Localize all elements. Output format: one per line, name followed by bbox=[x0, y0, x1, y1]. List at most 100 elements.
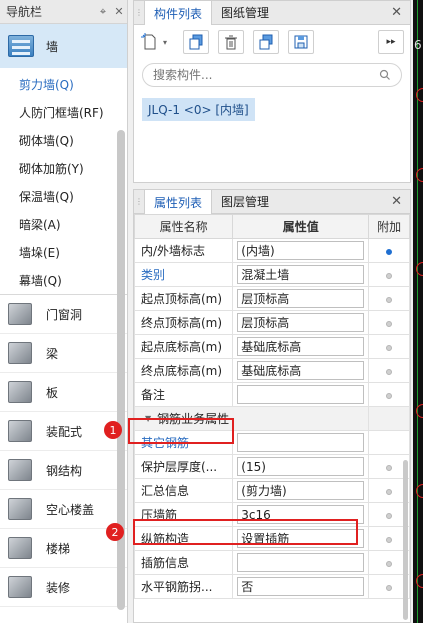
table-row[interactable]: 水平钢筋拐... 否 bbox=[133, 574, 410, 599]
extra-checkbox[interactable] bbox=[386, 584, 393, 591]
property-value[interactable]: 层顶标高 bbox=[237, 289, 365, 308]
search-input[interactable] bbox=[153, 68, 379, 82]
property-name: 备注 bbox=[133, 382, 234, 407]
property-value[interactable]: (内墙) bbox=[237, 241, 365, 260]
extra-checkbox[interactable] bbox=[386, 344, 393, 351]
property-value[interactable]: 基础底标高 bbox=[237, 361, 365, 380]
save-icon bbox=[294, 35, 308, 49]
drawing-canvas-edge[interactable]: 6 bbox=[413, 0, 423, 623]
tab-drawing-management[interactable]: 图纸管理 bbox=[212, 1, 278, 24]
extra-checkbox[interactable] bbox=[386, 392, 393, 399]
nav-item-curtain-wall[interactable]: 幕墙(Q) bbox=[0, 266, 127, 294]
property-panel: ⋮ 属性列表 图层管理 ✕ 属性名称 属性值 附加 内/外墙标志 (内墙) 类别… bbox=[133, 189, 411, 623]
category-decoration[interactable]: 装修 bbox=[0, 568, 127, 607]
grid-marker bbox=[416, 262, 423, 276]
highlight-box-property bbox=[133, 519, 358, 545]
property-name: 水平钢筋拐... bbox=[133, 574, 234, 599]
category-slab[interactable]: 板 bbox=[0, 373, 127, 412]
wall-subitems: 剪力墙(Q) 人防门框墙(RF) 砌体墙(Q) 砌体加筋(Y) 保温墙(Q) 暗… bbox=[0, 68, 127, 295]
nav-item-insulation-wall[interactable]: 保温墙(Q) bbox=[0, 182, 127, 210]
extra-checkbox[interactable] bbox=[386, 320, 393, 327]
component-panel-tabs: ⋮ 构件列表 图纸管理 ✕ bbox=[134, 1, 410, 25]
nav-item-civil-defense-door-wall[interactable]: 人防门框墙(RF) bbox=[0, 98, 127, 126]
table-row[interactable]: 起点顶标高(m) 层顶标高 bbox=[133, 286, 410, 311]
expand-panel-button[interactable]: ▸▸ bbox=[378, 30, 404, 54]
property-value[interactable]: 否 bbox=[237, 577, 365, 596]
category-label: 梁 bbox=[46, 346, 59, 361]
component-toolbar: ▾ ▸▸ bbox=[134, 25, 410, 59]
nav-item-hidden-beam[interactable]: 暗梁(A) bbox=[0, 210, 127, 238]
extra-checkbox[interactable] bbox=[386, 296, 393, 303]
nav-item-masonry-reinforcement[interactable]: 砌体加筋(Y) bbox=[0, 154, 127, 182]
copy-component-button[interactable] bbox=[183, 30, 209, 54]
property-value[interactable] bbox=[237, 433, 365, 452]
table-row[interactable]: 汇总信息 (剪力墙) bbox=[133, 478, 410, 503]
drag-handle-icon[interactable]: ⋮ bbox=[134, 1, 144, 24]
component-list-panel: ⋮ 构件列表 图纸管理 ✕ ▾ ▸▸ JLQ-1 <0> [内墙] bbox=[133, 0, 411, 183]
grid-marker bbox=[416, 574, 423, 588]
save-component-button[interactable] bbox=[288, 30, 314, 54]
table-row[interactable]: 类别 混凝土墙 bbox=[133, 262, 410, 287]
extra-checkbox[interactable] bbox=[386, 560, 393, 567]
table-row[interactable]: 终点底标高(m) 基础底标高 bbox=[133, 358, 410, 383]
tab-layer-management[interactable]: 图层管理 bbox=[212, 190, 278, 213]
property-value[interactable]: 层顶标高 bbox=[237, 313, 365, 332]
extra-checkbox[interactable] bbox=[386, 368, 393, 375]
close-icon[interactable]: ✕ bbox=[391, 194, 402, 209]
category-hollow-floor[interactable]: 空心楼盖 bbox=[0, 490, 127, 529]
grid-marker bbox=[416, 484, 423, 498]
extra-checkbox[interactable] bbox=[386, 248, 393, 255]
property-name: 内/外墙标志 bbox=[133, 238, 234, 263]
stairs-icon bbox=[8, 537, 32, 559]
category-beam[interactable]: 梁 bbox=[0, 334, 127, 373]
property-name: 插筋信息 bbox=[133, 550, 234, 575]
tab-component-list[interactable]: 构件列表 bbox=[144, 1, 213, 25]
component-item[interactable]: JLQ-1 <0> [内墙] bbox=[142, 98, 255, 121]
property-value[interactable]: 基础底标高 bbox=[237, 337, 365, 356]
nav-item-shear-wall[interactable]: 剪力墙(Q) bbox=[0, 70, 127, 98]
property-scrollbar[interactable] bbox=[403, 460, 408, 620]
close-icon[interactable]: ✕ bbox=[111, 4, 127, 20]
nav-item-masonry-wall[interactable]: 砌体墙(Q) bbox=[0, 126, 127, 154]
property-name: 起点顶标高(m) bbox=[133, 286, 234, 311]
extra-checkbox[interactable] bbox=[386, 464, 393, 471]
close-icon[interactable]: ✕ bbox=[391, 5, 402, 20]
property-value[interactable]: (15) bbox=[237, 457, 365, 476]
table-row[interactable]: 内/外墙标志 (内墙) bbox=[133, 238, 410, 263]
decoration-icon bbox=[8, 576, 32, 598]
extra-checkbox[interactable] bbox=[386, 536, 393, 543]
table-row[interactable]: 插筋信息 bbox=[133, 550, 410, 575]
table-row[interactable]: 终点顶标高(m) 层顶标高 bbox=[133, 310, 410, 335]
category-wall[interactable]: 墙 bbox=[0, 24, 127, 68]
delete-component-button[interactable] bbox=[218, 30, 244, 54]
copy-to-floor-button[interactable] bbox=[253, 30, 279, 54]
tab-property-list[interactable]: 属性列表 bbox=[144, 190, 213, 214]
property-value[interactable] bbox=[237, 385, 365, 404]
table-row[interactable]: 保护层厚度(... (15) bbox=[133, 454, 410, 479]
dropdown-arrow-icon[interactable]: ▾ bbox=[163, 38, 167, 47]
header-property-value: 属性值 bbox=[232, 214, 370, 239]
door-window-icon bbox=[8, 303, 32, 325]
property-name: 起点底标高(m) bbox=[133, 334, 234, 359]
property-value[interactable] bbox=[237, 553, 365, 572]
extra-checkbox[interactable] bbox=[386, 512, 393, 519]
table-row[interactable]: 起点底标高(m) 基础底标高 bbox=[133, 334, 410, 359]
new-component-button[interactable]: ▾ bbox=[140, 30, 174, 54]
drag-handle-icon[interactable]: ⋮ bbox=[134, 190, 144, 213]
nav-item-pilaster[interactable]: 墙垛(E) bbox=[0, 238, 127, 266]
extra-checkbox[interactable] bbox=[386, 272, 393, 279]
category-label: 装配式 bbox=[46, 424, 83, 439]
table-row[interactable]: 备注 bbox=[133, 382, 410, 407]
property-value[interactable]: 混凝土墙 bbox=[237, 265, 365, 284]
property-name: 保护层厚度(... bbox=[133, 454, 234, 479]
category-steel-structure[interactable]: 钢结构 bbox=[0, 451, 127, 490]
new-file-icon bbox=[141, 33, 156, 50]
grid-marker bbox=[416, 168, 423, 182]
header-extra: 附加 bbox=[368, 214, 410, 239]
category-door-window-opening[interactable]: 门窗洞 bbox=[0, 295, 127, 334]
pin-icon[interactable]: ⌖ bbox=[95, 4, 111, 20]
property-value[interactable]: (剪力墙) bbox=[237, 481, 365, 500]
component-search[interactable] bbox=[142, 63, 402, 87]
search-icon bbox=[379, 69, 390, 80]
extra-checkbox[interactable] bbox=[386, 488, 393, 495]
